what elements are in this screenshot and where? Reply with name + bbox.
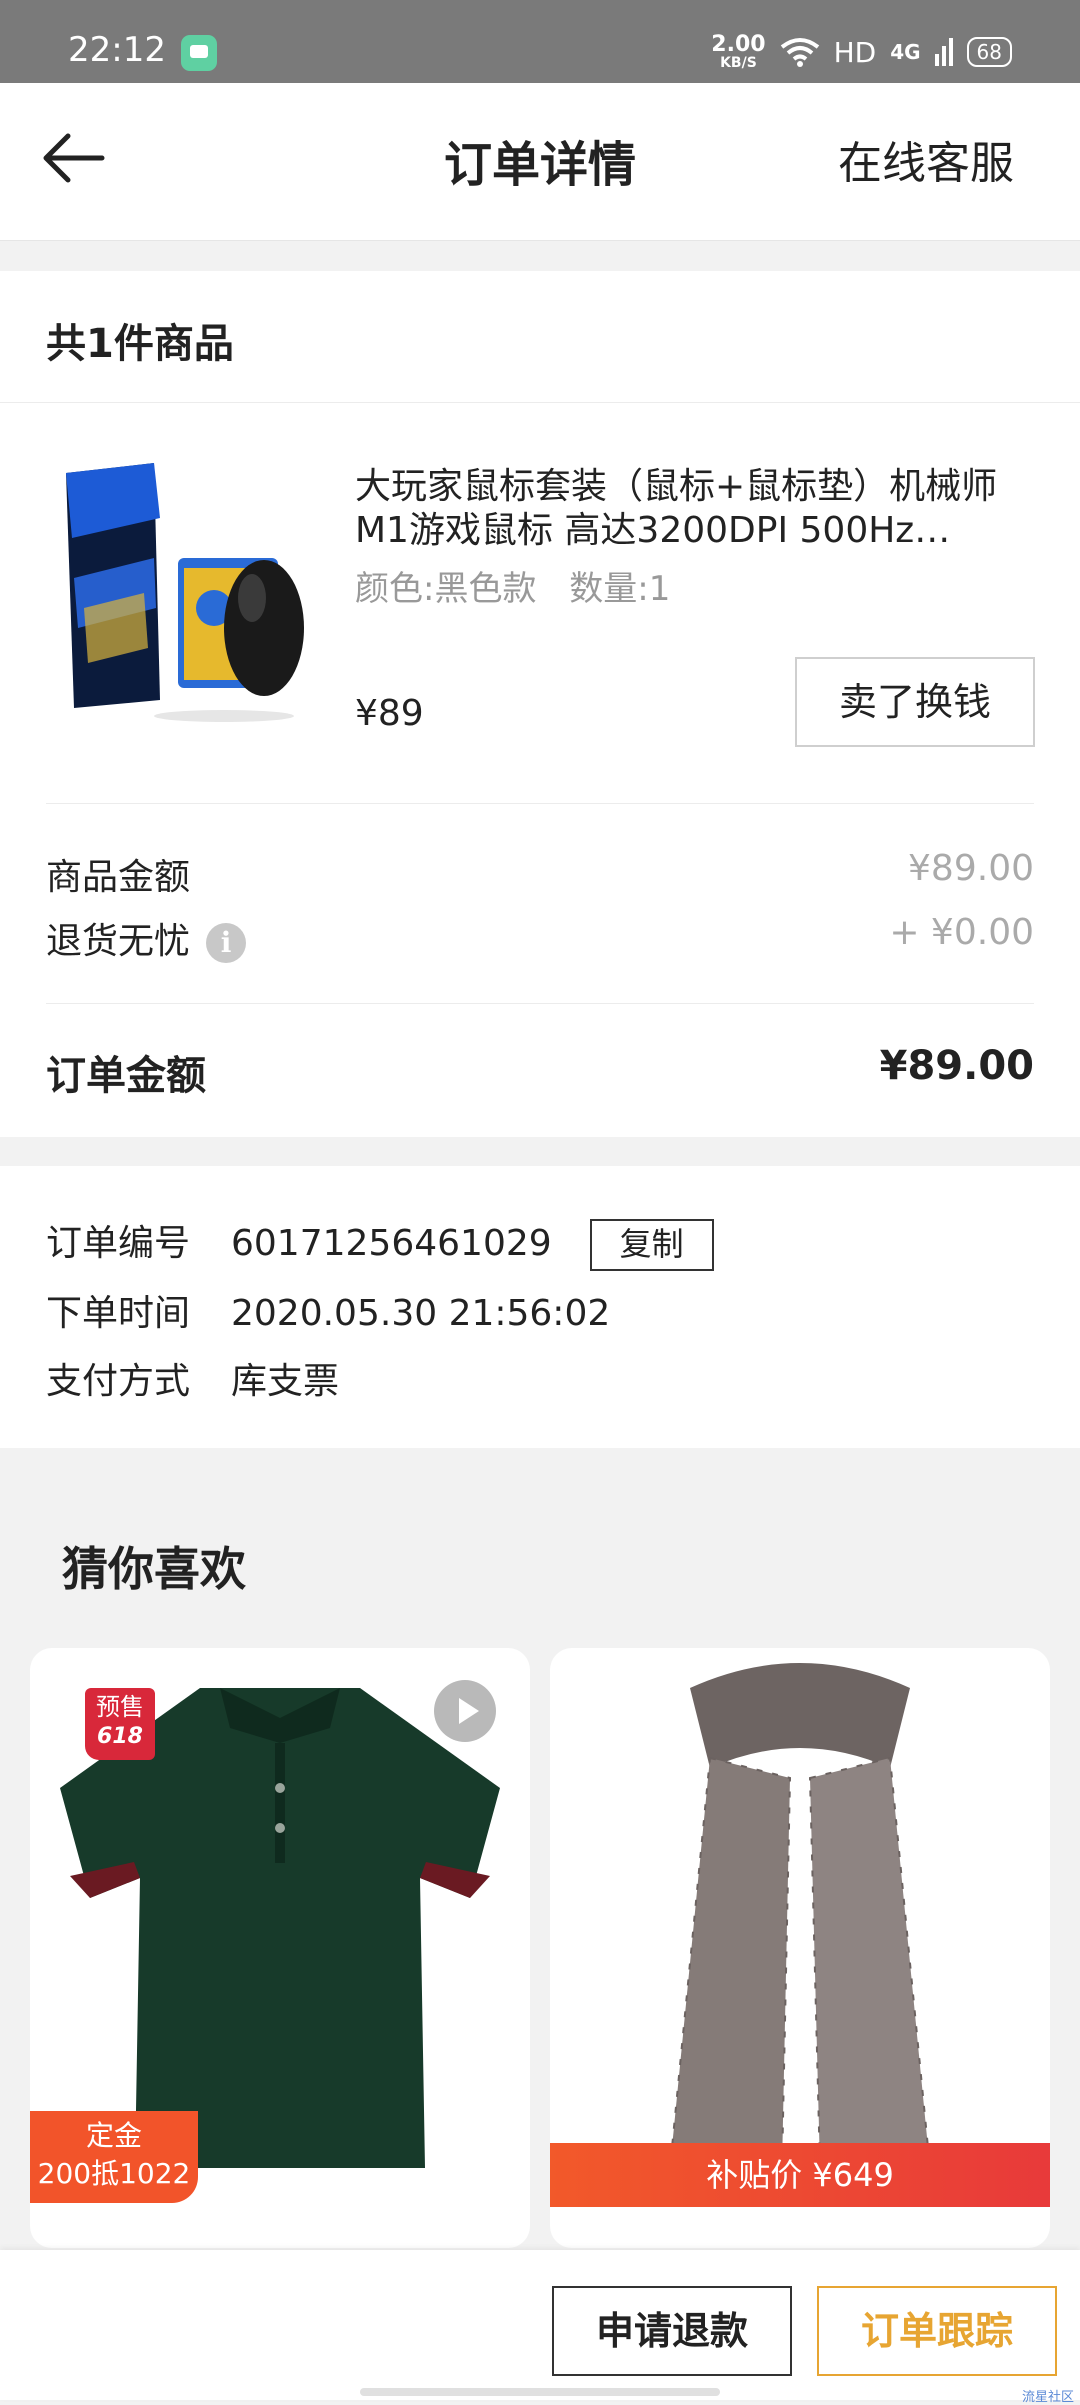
deposit-line1: 定金 (85, 2119, 142, 2152)
nav-bar: 订单详情 在线客服 (0, 83, 1080, 241)
recommend-card-scarf[interactable]: 补贴价 ¥649 (550, 1648, 1050, 2248)
goods-amount-row: 商品金额 ¥89.00 (46, 848, 1034, 900)
order-tracking-button[interactable]: 订单跟踪 (817, 2286, 1057, 2376)
net-speed-unit: KB/S (720, 55, 757, 71)
order-total-label: 订单金额 (46, 1053, 206, 1099)
product-color: 颜色:黑色款 (355, 569, 537, 609)
status-bar: 22:12 2.00 KB/S HD 4G 68 (0, 0, 1080, 83)
subsidy-price-banner: 补贴价 ¥649 (550, 2143, 1050, 2207)
wifi-icon (780, 38, 819, 67)
presale-badge-text: 预售 (96, 1693, 144, 1721)
item-count-label: 共1件商品 (46, 321, 234, 367)
order-time-label: 下单时间 (46, 1293, 191, 1334)
return-insurance-value: + ¥0.00 (889, 912, 1034, 953)
presale-badge-618: 618 (97, 1724, 143, 1749)
order-number-row: 订单编号 60171256461029 复制 (46, 1214, 714, 1271)
watermark: 流星社区 (1021, 2390, 1074, 2405)
payment-method-label: 支付方式 (46, 1361, 191, 1402)
goods-amount-label: 商品金额 (46, 857, 191, 898)
home-indicator[interactable] (360, 2388, 720, 2396)
order-total-value: ¥89.00 (879, 1043, 1034, 1089)
payment-method-row: 支付方式 库支票 (46, 1352, 339, 1404)
product-title[interactable]: 大玩家鼠标套装（鼠标+鼠标垫）机械师M1游戏鼠标 高达3200DPI 500Hz… (355, 465, 1020, 553)
order-number-label: 订单编号 (46, 1223, 191, 1264)
divider (0, 402, 1080, 403)
signal-label: 4G (890, 40, 921, 64)
net-speed-value: 2.00 (711, 32, 766, 57)
hd-indicator: HD (833, 35, 877, 69)
order-info-card: 订单编号 60171256461029 复制 下单时间 2020.05.30 21:5… (0, 1166, 1080, 1448)
recommend-card-polo[interactable]: 预售 618 定金 200抵1022 (30, 1648, 530, 2248)
status-time: 22:12 (68, 30, 166, 70)
copy-button[interactable]: 复制 (589, 1219, 714, 1271)
divider (46, 803, 1034, 804)
recommend-title: 猜你喜欢 (62, 1542, 246, 1596)
signal-icon (934, 38, 953, 66)
product-price: ¥89 (355, 693, 424, 734)
bottom-action-bar: 申请退款 订单跟踪 流星社区 (0, 2250, 1080, 2405)
online-service-link[interactable]: 在线客服 (838, 127, 1014, 191)
payment-method-value: 库支票 (231, 1361, 340, 1402)
status-right: 2.00 KB/S HD 4G 68 (711, 30, 1012, 74)
play-icon[interactable] (434, 1680, 496, 1742)
product-thumbnail[interactable] (44, 458, 314, 728)
battery-icon: 68 (966, 37, 1012, 67)
deposit-line2: 200抵1022 (37, 2157, 191, 2190)
goods-amount-value: ¥89.00 (908, 848, 1034, 889)
return-insurance-label: 退货无忧 (46, 921, 191, 962)
presale-badge: 预售 618 (85, 1688, 155, 1760)
net-speed: 2.00 KB/S (711, 32, 766, 71)
order-number-value: 60171256461029 (231, 1223, 552, 1264)
order-time-row: 下单时间 2020.05.30 21:56:02 (46, 1284, 610, 1336)
order-total-row: 订单金额 ¥89.00 (46, 1043, 1034, 1101)
message-app-icon (181, 35, 217, 71)
order-items-card: 共1件商品 大玩家鼠标套装（鼠标+鼠标垫）机械师M1游戏鼠标 高达3200DPI… (0, 271, 1080, 1137)
return-insurance-row: 退货无忧 i + ¥0.00 (46, 912, 1034, 964)
product-quantity: 数量:1 (569, 569, 671, 609)
deposit-badge: 定金 200抵1022 (30, 2111, 198, 2203)
info-icon[interactable]: i (206, 923, 247, 963)
order-time-value: 2020.05.30 21:56:02 (231, 1293, 611, 1334)
product-spec: 颜色:黑色款 数量:1 (355, 561, 670, 610)
sell-for-cash-button[interactable]: 卖了换钱 (795, 657, 1035, 747)
divider (46, 1003, 1034, 1004)
scarf-image (668, 1663, 932, 2169)
apply-refund-button[interactable]: 申请退款 (552, 2286, 792, 2376)
